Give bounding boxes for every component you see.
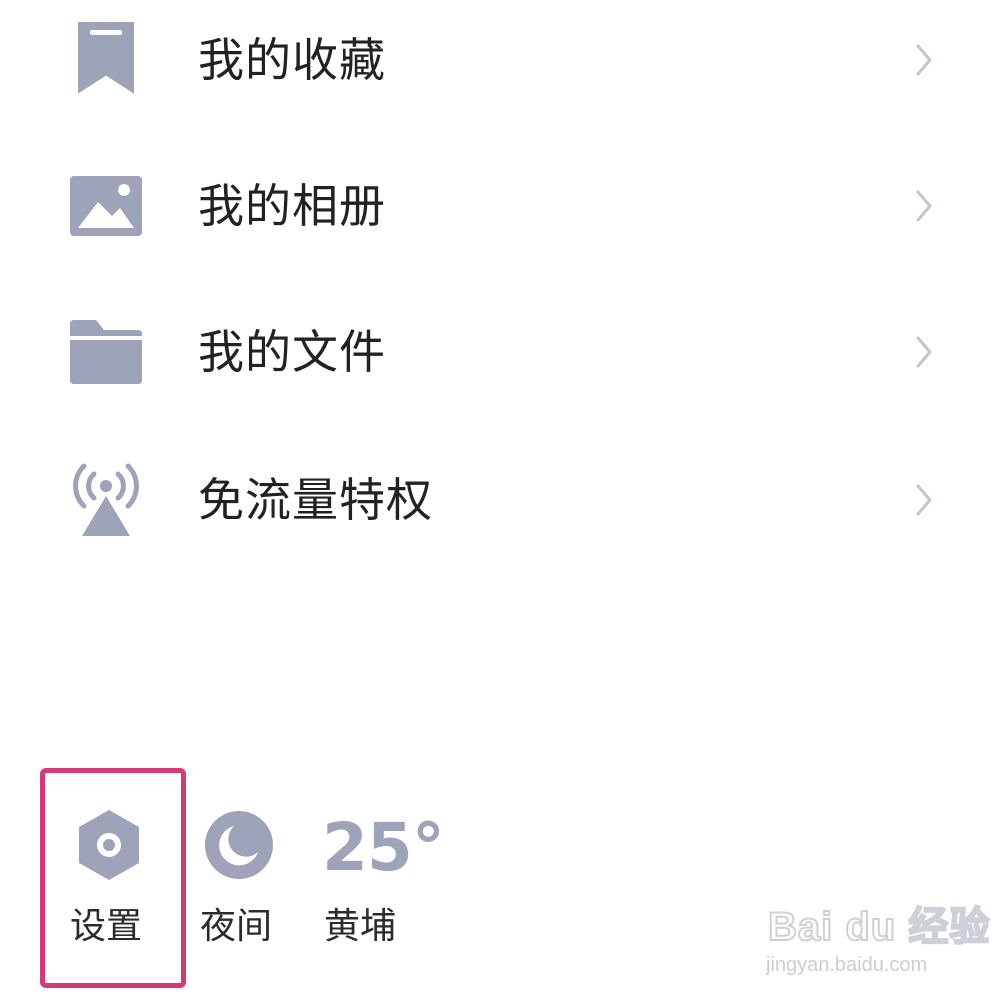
watermark-url: jingyan.baidu.com: [766, 954, 928, 976]
chevron-right-icon: [916, 484, 932, 516]
folder-icon: [70, 320, 142, 384]
menu-item-label: 免流量特权: [198, 473, 433, 527]
gear-icon: [79, 810, 139, 880]
baidu-watermark: Bai du 经验 jingyan.baidu.com: [760, 885, 990, 985]
menu-item-files[interactable]: 我的文件: [0, 292, 1000, 412]
night-mode-button[interactable]: 夜间: [196, 790, 286, 980]
menu-item-favorites[interactable]: 我的收藏: [0, 0, 1000, 120]
signal-tower-icon: [73, 463, 139, 536]
settings-label: 设置: [70, 906, 143, 947]
menu-item-label: 我的收藏: [198, 33, 386, 87]
weather-location: 黄埔: [324, 906, 397, 947]
weather-temperature: 25°: [322, 809, 445, 886]
photo-icon: [70, 176, 142, 236]
night-mode-label: 夜间: [200, 906, 273, 947]
chevron-right-icon: [916, 336, 932, 368]
menu-item-data-free[interactable]: 免流量特权: [0, 440, 1000, 560]
bookmark-icon: [78, 22, 134, 94]
chevron-right-icon: [916, 44, 932, 76]
settings-button[interactable]: 设置: [50, 790, 170, 980]
menu-item-label: 我的相册: [198, 179, 386, 233]
moon-icon: [205, 811, 273, 879]
watermark-brand: Bai du 经验: [767, 904, 991, 950]
chevron-right-icon: [916, 190, 932, 222]
menu-item-label: 我的文件: [198, 325, 386, 379]
menu-item-album[interactable]: 我的相册: [0, 146, 1000, 266]
